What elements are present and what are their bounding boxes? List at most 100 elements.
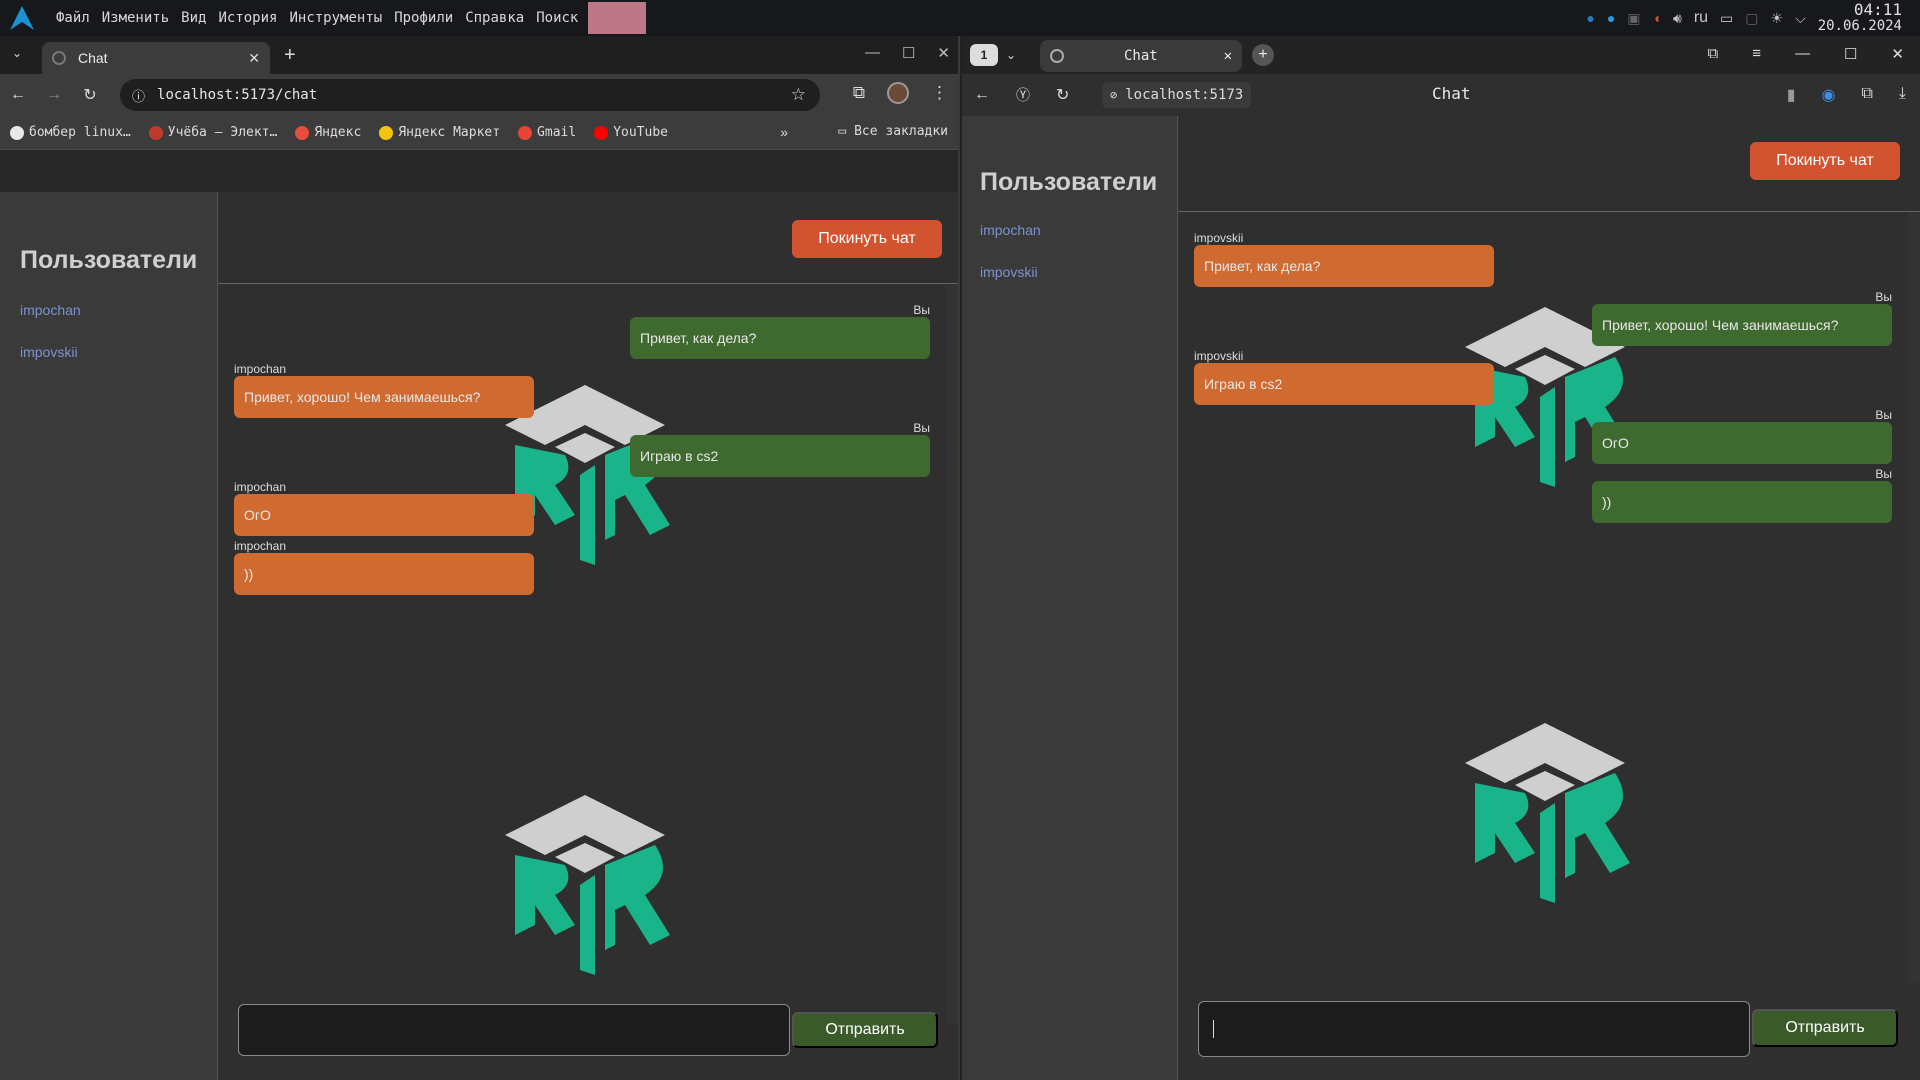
collections-icon[interactable]: ⧉ — [1707, 45, 1718, 63]
new-tab-plus-icon[interactable]: + — [1252, 44, 1274, 66]
forward-arrow-icon[interactable]: → — [46, 86, 62, 104]
yandex-logo-icon[interactable]: Ⓨ — [1016, 85, 1030, 105]
menu-profiles[interactable]: Профили — [394, 10, 453, 26]
back-arrow-icon[interactable]: ← — [974, 86, 990, 104]
tab-favicon-icon — [52, 51, 66, 65]
browser-toolbar: ← Ⓨ ↻ ⊘ localhost:5173 Chat ▮ ◉ ⧉ ⤓ — [962, 74, 1920, 116]
emblem-logo-icon — [1465, 723, 1630, 903]
message-bubble: Привет, хорошо! Чем занимаешься? — [234, 376, 534, 418]
chat-header: Покинуть чат — [1178, 116, 1920, 212]
bookmark-label: Яндекс Маркет — [398, 125, 501, 140]
minimize-icon[interactable]: — — [865, 44, 880, 62]
all-bookmarks-folder[interactable]: ▭ Все закладки — [838, 124, 948, 139]
bookmark-label: YouTube — [613, 125, 668, 140]
site-info-icon[interactable]: ⊘ — [1110, 88, 1117, 102]
sidebar-user-impovskii[interactable]: impovskii — [20, 344, 78, 360]
network-dot-icon[interactable]: ● — [1586, 10, 1594, 26]
clipboard-icon[interactable]: ▣ — [1627, 10, 1640, 27]
more-bookmarks-icon[interactable]: » — [780, 124, 788, 140]
tab-search-icon[interactable]: ⌄ — [12, 46, 22, 60]
alice-icon[interactable]: ◉ — [1822, 85, 1836, 105]
volume-icon[interactable]: 🔊︎ — [1673, 10, 1682, 27]
download-icon[interactable]: ⤓ — [1899, 85, 1906, 105]
message-bubble: Играю в cs2 — [630, 435, 930, 477]
bookmark-item[interactable]: YouTube — [594, 125, 668, 140]
scrollbar[interactable] — [946, 285, 958, 1025]
menu-history[interactable]: История — [218, 10, 277, 26]
send-button[interactable]: Отправить — [1752, 1009, 1898, 1047]
display-icon[interactable]: ▭ — [1720, 10, 1733, 27]
users-sidebar: Пользователи impochan impovskii — [0, 192, 218, 1080]
chat-page: Пользователи impochan impovskii Покинуть… — [962, 116, 1920, 1080]
sidebar-user-impovskii[interactable]: impovskii — [980, 264, 1038, 280]
tabs-chevron-icon[interactable]: ⌄ — [1006, 48, 1016, 62]
clock[interactable]: 04:11 20.06.2024 — [1818, 2, 1902, 35]
maximize-icon[interactable]: ☐ — [1844, 45, 1857, 63]
leave-chat-button[interactable]: Покинуть чат — [1750, 142, 1900, 180]
screenshot-icon[interactable]: ▢ — [1745, 10, 1758, 27]
keyboard-layout[interactable]: ru — [1694, 9, 1708, 27]
message-input[interactable] — [1198, 1001, 1750, 1057]
bookmark-item[interactable]: Яндекс — [295, 125, 361, 140]
bookmark-item[interactable]: Учёба — Элект… — [148, 125, 277, 140]
message-list[interactable]: impovskii Привет, как дела? Вы Привет, хоро… — [1178, 213, 1920, 983]
menu-view[interactable]: Вид — [181, 10, 206, 26]
tab-chat[interactable]: Chat ✕ — [42, 42, 270, 74]
tab-strip: ⌄ Chat ✕ + — ☐ ✕ — [0, 36, 958, 74]
window-controls: ⧉ ≡ — ☐ ✕ — [1707, 45, 1904, 63]
minimize-icon[interactable]: — — [1795, 45, 1810, 63]
message-author: impovskii — [1194, 231, 1244, 245]
chat-header: Покинуть чат — [218, 192, 958, 284]
bookmark-item[interactable]: Gmail — [518, 125, 576, 140]
message-list[interactable]: Вы Привет, как дела? impochan Привет, хорош… — [218, 285, 958, 1025]
bookmark-icon[interactable]: ▮ — [1787, 85, 1796, 105]
menu-help[interactable]: Справка — [465, 10, 524, 26]
address-bar[interactable]: ⓘ localhost:5173/chat ☆ — [120, 79, 820, 111]
send-button[interactable]: Отправить — [792, 1012, 938, 1048]
sidebar-user-impochan[interactable]: impochan — [20, 302, 81, 318]
hamburger-menu-icon[interactable]: ≡ — [1752, 45, 1761, 63]
sidebar-user-impochan[interactable]: impochan — [980, 222, 1041, 238]
tab-close-icon[interactable]: ✕ — [1224, 48, 1232, 64]
kebab-menu-icon[interactable]: ⋮ — [931, 83, 948, 103]
new-tab-plus-icon[interactable]: + — [284, 44, 296, 67]
leave-chat-button[interactable]: Покинуть чат — [792, 220, 942, 258]
message-bubble: Привет, хорошо! Чем занимаешься? — [1592, 304, 1892, 346]
tab-strip: 1 ⌄ Chat ✕ + ⧉ ≡ — ☐ ✕ — [962, 36, 1920, 74]
menu-search[interactable]: Поиск — [536, 10, 578, 26]
reload-icon[interactable]: ↻ — [82, 85, 98, 105]
message-input[interactable] — [238, 1004, 790, 1056]
tab-count-badge[interactable]: 1 — [970, 44, 998, 66]
reload-icon[interactable]: ↻ — [1056, 85, 1069, 105]
bookmark-item[interactable]: Яндекс Маркет — [379, 125, 500, 140]
chevron-down-icon[interactable]: ⌵ — [1795, 10, 1806, 27]
maximize-icon[interactable]: ☐ — [902, 44, 915, 62]
back-arrow-icon[interactable]: ← — [10, 86, 26, 104]
toolbar-right: ▮ ◉ ⧉ ⤓ — [1787, 85, 1906, 105]
close-window-icon[interactable]: ✕ — [1891, 45, 1904, 63]
network-dot-icon-2[interactable]: ● — [1607, 10, 1615, 26]
extensions-icon[interactable]: ⧉ — [1861, 85, 1872, 105]
site-info-icon[interactable]: ⓘ — [132, 86, 145, 105]
menu-file[interactable]: Файл — [56, 10, 90, 26]
tab-chat[interactable]: Chat ✕ — [1040, 40, 1242, 72]
profile-avatar[interactable] — [887, 82, 909, 104]
bookmark-item[interactable]: бомбер linux… — [10, 125, 131, 140]
bookmark-star-icon[interactable]: ☆ — [791, 85, 806, 105]
audio-alert-icon[interactable]: ◖ — [1653, 10, 1661, 26]
tab-favicon-icon — [1050, 49, 1064, 63]
bookmarks-bar: бомбер linux… Учёба — Элект… Яндекс Яндекс … — [0, 116, 958, 150]
arch-logo-icon[interactable] — [0, 0, 44, 36]
system-panel: Файл Изменить Вид История Инструменты Пр… — [0, 0, 1920, 36]
menu-tools[interactable]: Инструменты — [289, 10, 382, 26]
message-bubble: )) — [1592, 481, 1892, 523]
brightness-icon[interactable]: ☀ — [1771, 10, 1784, 27]
scrollbar[interactable] — [1908, 213, 1920, 983]
tab-close-icon[interactable]: ✕ — [248, 50, 260, 67]
menu-edit[interactable]: Изменить — [102, 10, 169, 26]
extensions-puzzle-icon[interactable]: ⧉ — [853, 83, 865, 103]
emblem-logo-icon — [505, 795, 670, 975]
address-bar[interactable]: ⊘ localhost:5173 — [1102, 82, 1252, 108]
bookmark-label: Яндекс — [314, 125, 362, 140]
close-window-icon[interactable]: ✕ — [937, 44, 950, 62]
